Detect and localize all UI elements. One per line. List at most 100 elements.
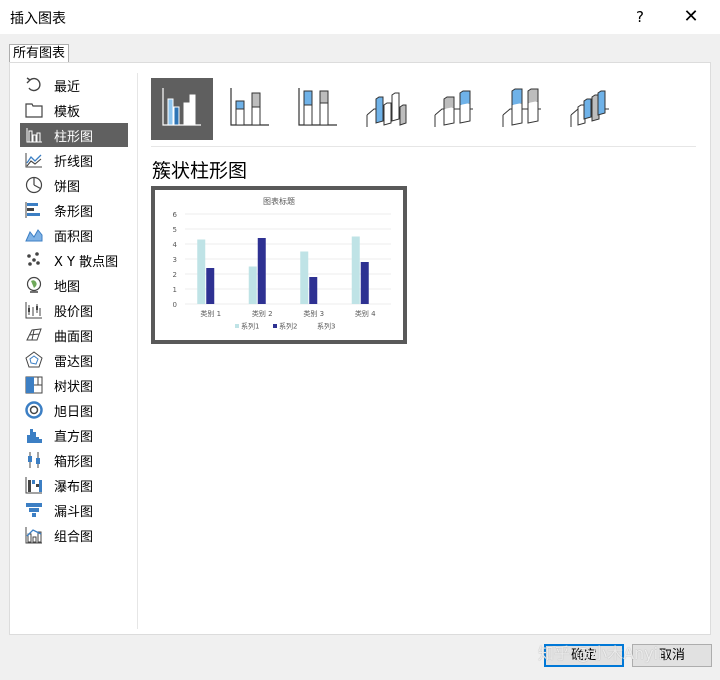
subtype-3d-100-stacked-column[interactable]: [491, 78, 553, 140]
funnel-chart-icon: [24, 500, 44, 520]
line-chart-icon: [24, 150, 44, 170]
sidebar-item-recent[interactable]: 最近: [20, 73, 128, 97]
chart-panel: 最近 模板 柱形图 折线图 饼图 条形图 面积图 X Y 散点图 地图 股价图 …: [9, 62, 711, 635]
help-button[interactable]: ?: [628, 5, 652, 29]
recent-icon: [24, 75, 44, 95]
sidebar-item-line[interactable]: 折线图: [20, 148, 128, 172]
bar-1-3: [300, 251, 309, 304]
sidebar-item-label: 折线图: [54, 154, 94, 170]
sidebar-item-label: 模板: [54, 104, 81, 120]
sidebar-item-label: X Y 散点图: [54, 254, 119, 270]
sidebar-item-label: 柱形图: [54, 129, 94, 145]
bar-1-2: [248, 266, 257, 304]
sidebar-item-label: 漏斗图: [54, 504, 94, 520]
sidebar-item-sunburst[interactable]: 旭日图: [20, 398, 128, 422]
scatter-chart-icon: [24, 250, 44, 270]
subtype-clustered-column[interactable]: [151, 78, 213, 140]
dialog-buttons: 确定 取消: [0, 635, 720, 680]
chart-preview-svg: 图表标题 0 1 2 3 4 5 6 类别 1 类别 2 类别 3 类别 4 系列1 系列2 系列3: [173, 196, 391, 331]
100-stacked-column-icon: [296, 85, 340, 133]
sidebar-item-map[interactable]: 地图: [20, 273, 128, 297]
area-chart-icon: [24, 225, 44, 245]
sidebar-item-label: 树状图: [54, 379, 94, 395]
sidebar-item-label: 地图: [54, 279, 81, 295]
histogram-chart-icon: [24, 425, 44, 445]
chart-preview[interactable]: 图表标题 0 1 2 3 4 5 6 类别 1 类别 2 类别 3 类别 4 系列1 系列2 系列3: [151, 186, 407, 344]
cancel-button[interactable]: 取消: [632, 644, 712, 667]
subtype-3d-stacked-column[interactable]: [423, 78, 485, 140]
sidebar-item-label: 直方图: [54, 429, 94, 445]
bar-1-1: [197, 239, 206, 304]
chart-type-list: 最近 模板 柱形图 折线图 饼图 条形图 面积图 X Y 散点图 地图 股价图 …: [10, 73, 138, 629]
3d-100-stacked-column-icon: [500, 85, 544, 133]
waterfall-chart-icon: [24, 475, 44, 495]
legend-marker: [235, 324, 239, 328]
sidebar-item-label: 箱形图: [54, 454, 94, 470]
map-chart-icon: [24, 275, 44, 295]
legend-label: 系列1: [241, 322, 259, 331]
close-button[interactable]: ✕: [676, 5, 706, 29]
sidebar-item-label: 曲面图: [54, 329, 94, 345]
sidebar-item-label: 股价图: [54, 304, 94, 320]
subtype-3d-clustered-column[interactable]: [355, 78, 417, 140]
sunburst-chart-icon: [24, 400, 44, 420]
pie-chart-icon: [24, 175, 44, 195]
bar-chart-icon: [24, 200, 44, 220]
column-chart-icon: [24, 125, 44, 145]
x-tick-label: 类别 4: [355, 309, 376, 318]
radar-chart-icon: [24, 350, 44, 370]
legend-marker: [310, 323, 316, 329]
bar-2-3: [309, 277, 318, 304]
sidebar-item-funnel[interactable]: 漏斗图: [20, 498, 128, 522]
sidebar-item-combo[interactable]: 组合图: [20, 523, 128, 547]
folder-icon: [24, 100, 44, 120]
sidebar-item-label: 瀑布图: [54, 479, 94, 495]
subtype-100-stacked-column[interactable]: [287, 78, 349, 140]
sidebar-item-pie[interactable]: 饼图: [20, 173, 128, 197]
dialog-title: 插入图表: [10, 11, 66, 27]
sidebar-item-label: 旭日图: [54, 404, 94, 420]
y-tick-label: 2: [173, 271, 177, 279]
combo-chart-icon: [24, 525, 44, 545]
subtype-stacked-column[interactable]: [219, 78, 281, 140]
stock-chart-icon: [24, 300, 44, 320]
bar-2-1: [206, 268, 215, 304]
sidebar-item-area[interactable]: 面积图: [20, 223, 128, 247]
sidebar-item-box-whisker[interactable]: 箱形图: [20, 448, 128, 472]
subtype-3d-column[interactable]: [559, 78, 621, 140]
sidebar-item-bar[interactable]: 条形图: [20, 198, 128, 222]
y-tick-label: 0: [173, 301, 177, 309]
sidebar-item-label: 条形图: [54, 204, 94, 220]
legend-marker: [273, 324, 277, 328]
sidebar-item-templates[interactable]: 模板: [20, 98, 128, 122]
box-whisker-chart-icon: [24, 450, 44, 470]
sidebar-item-label: 面积图: [54, 229, 94, 245]
chart-subtype-gallery: [151, 78, 696, 142]
3d-stacked-column-icon: [432, 85, 476, 133]
sidebar-item-treemap[interactable]: 树状图: [20, 373, 128, 397]
bar-1-4: [351, 236, 360, 304]
bar-2-4: [360, 262, 369, 304]
sidebar-item-scatter[interactable]: X Y 散点图: [20, 248, 128, 272]
sidebar-item-label: 组合图: [54, 529, 94, 545]
y-tick-label: 1: [173, 286, 177, 294]
legend-label: 系列2: [279, 322, 297, 331]
title-bar: 插入图表 ? ✕: [0, 0, 720, 34]
tab-all-charts[interactable]: 所有图表: [9, 44, 70, 63]
legend-label: 系列3: [317, 322, 335, 331]
sidebar-item-histogram[interactable]: 直方图: [20, 423, 128, 447]
sidebar-item-surface[interactable]: 曲面图: [20, 323, 128, 347]
treemap-chart-icon: [24, 375, 44, 395]
y-tick-label: 6: [173, 211, 178, 219]
sidebar-item-label: 最近: [54, 79, 81, 95]
gallery-divider: [151, 146, 696, 147]
sidebar-item-column[interactable]: 柱形图: [20, 123, 128, 147]
sidebar-item-waterfall[interactable]: 瀑布图: [20, 473, 128, 497]
ok-button[interactable]: 确定: [544, 644, 624, 667]
selected-subtype-title: 簇状柱形图: [152, 160, 248, 182]
x-tick-label: 类别 2: [252, 309, 273, 318]
sidebar-item-stock[interactable]: 股价图: [20, 298, 128, 322]
sidebar-item-radar[interactable]: 雷达图: [20, 348, 128, 372]
chart-title: 图表标题: [263, 196, 295, 206]
3d-clustered-column-icon: [364, 85, 408, 133]
